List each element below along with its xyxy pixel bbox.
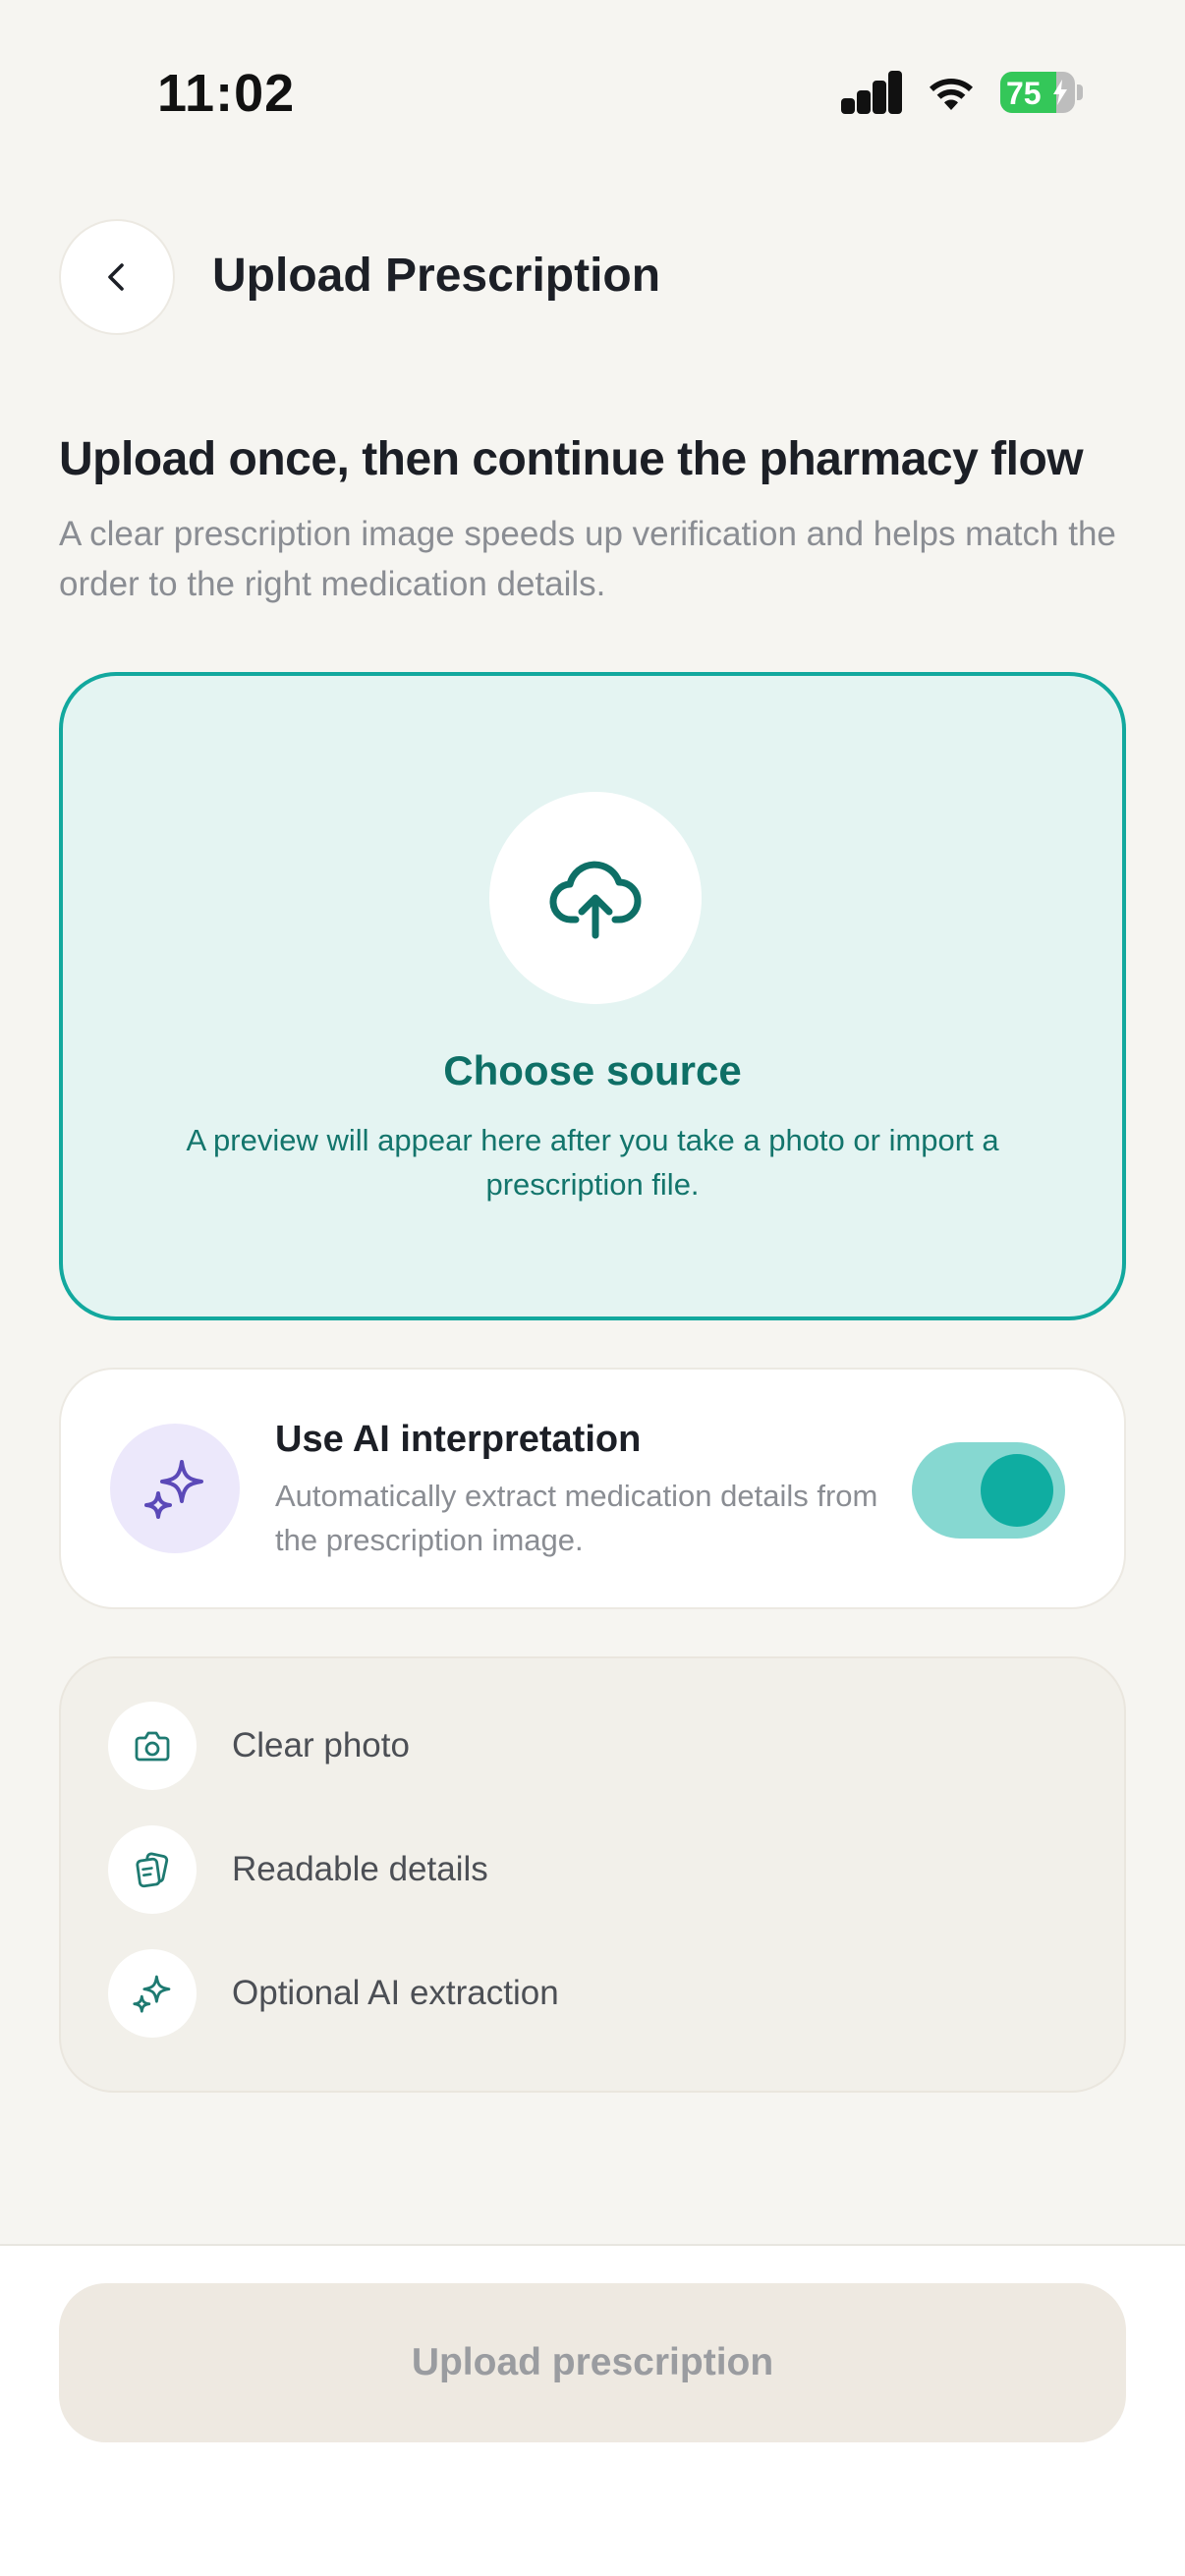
upload-prescription-screen: 11:02 75 Upload Prescription Upload once…: [0, 0, 1185, 2576]
document-icon: [108, 1825, 197, 1914]
ai-option-title: Use AI interpretation: [275, 1419, 642, 1460]
tip-item-clear-photo: Clear photo: [108, 1702, 410, 1790]
charging-bolt-icon: [1053, 80, 1067, 105]
tip-item-optional-ai: Optional AI extraction: [108, 1949, 559, 2038]
tip-label: Readable details: [232, 1850, 488, 1888]
camera-icon: [108, 1702, 197, 1790]
tip-label: Optional AI extraction: [232, 1974, 559, 2012]
tips-card: Clear photo Readable details Optional AI…: [59, 1656, 1126, 2093]
upload-prescription-button[interactable]: Upload prescription: [59, 2283, 1126, 2442]
signal-icon: [841, 71, 902, 114]
sparkles-icon: [108, 1949, 197, 2038]
back-button[interactable]: [59, 219, 175, 335]
status-icons: 75: [841, 71, 1083, 114]
chevron-left-icon: [108, 263, 124, 291]
sparkles-icon: [144, 1460, 203, 1519]
ai-icon-circle: [110, 1424, 240, 1553]
tip-item-readable-details: Readable details: [108, 1825, 488, 1914]
choose-source-title: Choose source: [443, 1047, 742, 1093]
toggle-knob: [981, 1454, 1053, 1527]
upload-description: A preview will appear here after you tak…: [186, 1123, 999, 1202]
cloud-upload-icon: [549, 861, 642, 939]
page-title: Upload Prescription: [212, 250, 661, 302]
ai-interpretation-toggle[interactable]: [912, 1442, 1065, 1539]
ai-option-description: Automatically extract medication details…: [275, 1479, 878, 1557]
tip-label: Clear photo: [232, 1726, 410, 1764]
status-time: 11:02: [157, 64, 296, 123]
battery-charging-icon: 75: [1000, 72, 1083, 113]
bottom-action-bar: Upload prescription: [0, 2244, 1185, 2576]
wifi-icon: [930, 79, 973, 110]
upload-icon-circle: [489, 792, 702, 1004]
intro-headline: Upload once, then continue the pharmacy …: [59, 433, 1084, 485]
ai-interpretation-card: Use AI interpretation Automatically extr…: [59, 1368, 1126, 1609]
upload-dropzone[interactable]: Choose source A preview will appear here…: [59, 672, 1126, 1320]
battery-percent: 75: [1006, 76, 1042, 111]
intro-subtext: A clear prescription image speeds up ver…: [59, 515, 1116, 603]
